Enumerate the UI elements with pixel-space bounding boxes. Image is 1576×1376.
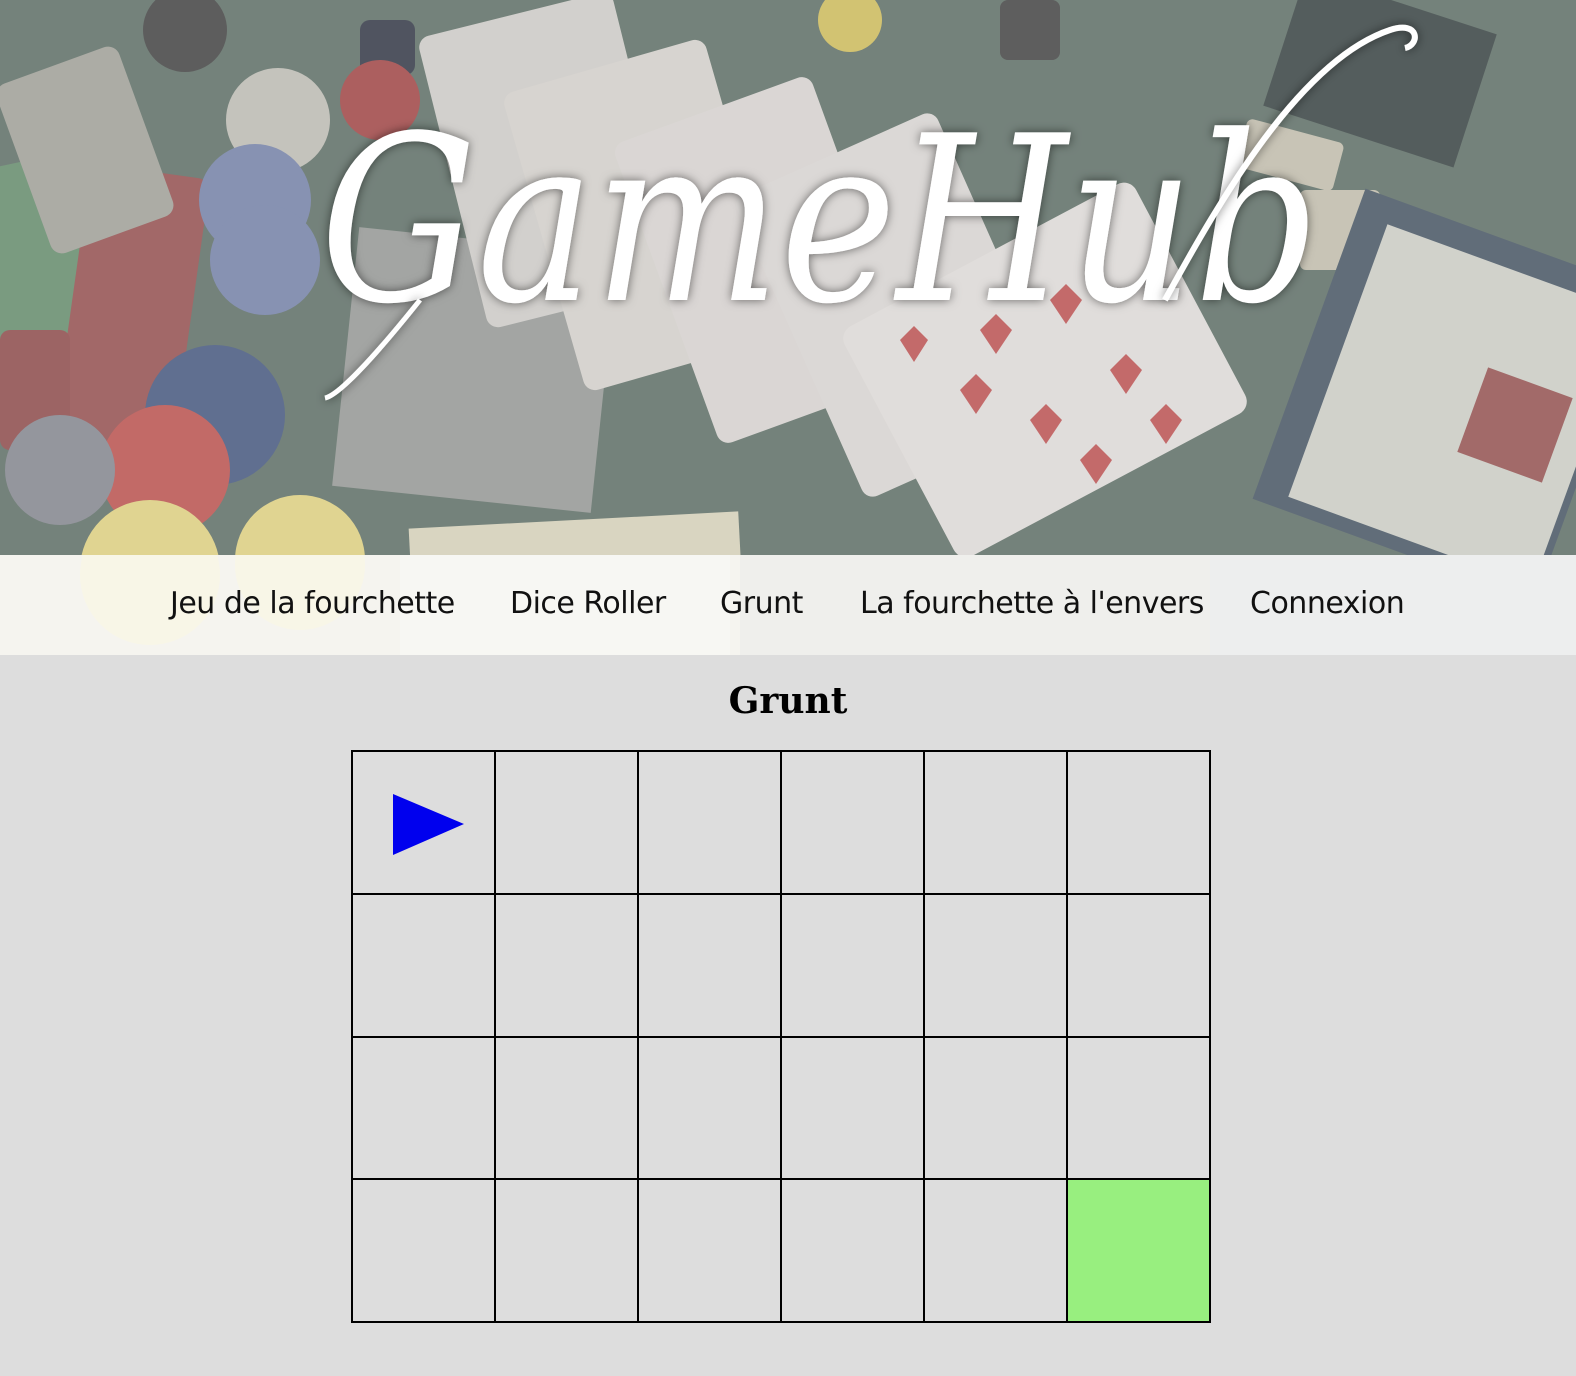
board-cell[interactable] <box>781 893 924 1037</box>
board-cell[interactable] <box>924 893 1067 1037</box>
nav-link-la-fourchette-a-l-envers[interactable]: La fourchette à l'envers <box>860 586 1204 621</box>
board-cell[interactable] <box>1067 1036 1210 1180</box>
goal-cell[interactable] <box>1067 1179 1210 1322</box>
board-cell[interactable] <box>781 1036 924 1180</box>
page-title: Grunt <box>728 680 848 722</box>
board-cell[interactable] <box>924 751 1067 894</box>
board-cell[interactable] <box>638 1179 781 1322</box>
nav-link-grunt[interactable]: Grunt <box>720 586 803 621</box>
header-banner: GameHub <box>0 0 1576 555</box>
gamehub-logo[interactable]: GameHub <box>0 0 1576 555</box>
nav-link-connexion[interactable]: Connexion <box>1250 586 1405 621</box>
board-cell[interactable] <box>1067 893 1210 1037</box>
board-cell[interactable] <box>638 1036 781 1180</box>
board-cell[interactable] <box>781 1179 924 1322</box>
nav-links: Jeu de la fourchette Dice Roller Grunt L… <box>0 555 1576 655</box>
board-cell[interactable] <box>924 1179 1067 1322</box>
board-cell[interactable] <box>495 893 638 1037</box>
board-cell[interactable] <box>495 1179 638 1322</box>
svg-text:GameHub: GameHub <box>320 88 1320 355</box>
board-cell[interactable] <box>638 893 781 1037</box>
board-cell[interactable] <box>352 1036 495 1180</box>
board-cell[interactable] <box>781 751 924 894</box>
board-cell[interactable] <box>352 1179 495 1322</box>
board-cell[interactable] <box>495 1036 638 1180</box>
board-cell[interactable] <box>924 1036 1067 1180</box>
board-cell[interactable] <box>352 751 495 894</box>
nav-link-jeu-de-la-fourchette[interactable]: Jeu de la fourchette <box>170 586 455 621</box>
triangle-right-icon <box>393 794 464 855</box>
board-cell[interactable] <box>495 751 638 894</box>
board-cell[interactable] <box>1067 751 1210 894</box>
game-board <box>351 750 1211 1323</box>
board-cell[interactable] <box>352 893 495 1037</box>
board-cell[interactable] <box>638 751 781 894</box>
nav-link-dice-roller[interactable]: Dice Roller <box>510 586 666 621</box>
main-navigation: Jeu de la fourchette Dice Roller Grunt L… <box>0 555 1576 655</box>
